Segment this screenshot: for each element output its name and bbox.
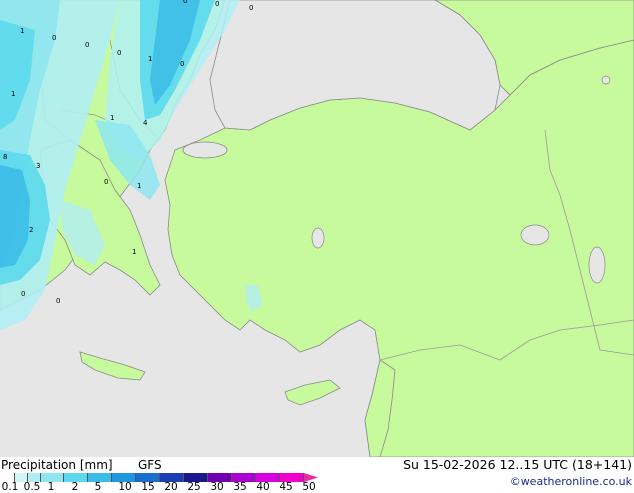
scale-tick-label: 1	[47, 481, 55, 493]
precip-label: 3	[36, 162, 40, 170]
scale-tick-label: 50	[302, 481, 316, 493]
marmara-sea	[182, 141, 228, 159]
lake-small	[601, 75, 611, 85]
precip-label: 0	[104, 178, 108, 186]
valid-time: Su 15-02-2026 12..15 UTC (18+141)	[403, 457, 632, 472]
scale-tick-label: 0.5	[23, 481, 41, 493]
precip-label: 0	[21, 290, 25, 298]
precip-label: 1	[148, 55, 152, 63]
precip-label: 1	[110, 114, 114, 122]
scale-tick-label: 15	[141, 481, 155, 493]
precip-label: 0	[183, 0, 187, 5]
precip-label: 0	[117, 49, 121, 57]
model-name: GFS	[138, 458, 162, 472]
precip-label: 0	[180, 60, 184, 68]
precip-label: 0	[215, 0, 219, 8]
scale-tick-label: 10	[118, 481, 132, 493]
scale-tick-label: 5	[94, 481, 102, 493]
precip-label: 1	[132, 248, 136, 256]
precip-label: 1	[20, 27, 24, 35]
credit-link[interactable]: ©weatheronline.co.uk	[510, 475, 632, 489]
precip-label: 0	[56, 297, 60, 305]
precip-label: 8	[3, 153, 7, 161]
precipitation-map[interactable]: 1 0 0 0 0 1 0 1 1 4 3 8 2 0 1 1 0 0 0 0	[0, 0, 634, 457]
scale-tick-label: 40	[256, 481, 270, 493]
precip-label: 0	[85, 41, 89, 49]
precip-label: 2	[29, 226, 33, 234]
precip-label: 1	[137, 182, 141, 190]
legend-title: Precipitation [mm]	[1, 458, 113, 472]
map-area[interactable]: 1 0 0 0 0 1 0 1 1 4 3 8 2 0 1 1 0 0 0 0	[0, 0, 634, 457]
scale-tick-label: 0.1	[1, 481, 19, 493]
lake-van	[520, 224, 550, 246]
scale-tick-label: 20	[164, 481, 178, 493]
scale-tick-label: 30	[210, 481, 224, 493]
scale-tick-label: 45	[279, 481, 293, 493]
scale-tick-label: 2	[71, 481, 79, 493]
lake-urmia	[588, 246, 606, 284]
precip-label: 0	[52, 34, 56, 42]
precip-label: 0	[249, 4, 253, 12]
lake-tuz	[311, 227, 325, 249]
scale-tick-label: 35	[233, 481, 247, 493]
scale-tick-label: 25	[187, 481, 201, 493]
precip-label: 4	[143, 119, 148, 127]
legend-footer: Precipitation [mm] GFS Su 15-02-2026 12.…	[0, 457, 634, 493]
precip-label: 1	[11, 90, 15, 98]
